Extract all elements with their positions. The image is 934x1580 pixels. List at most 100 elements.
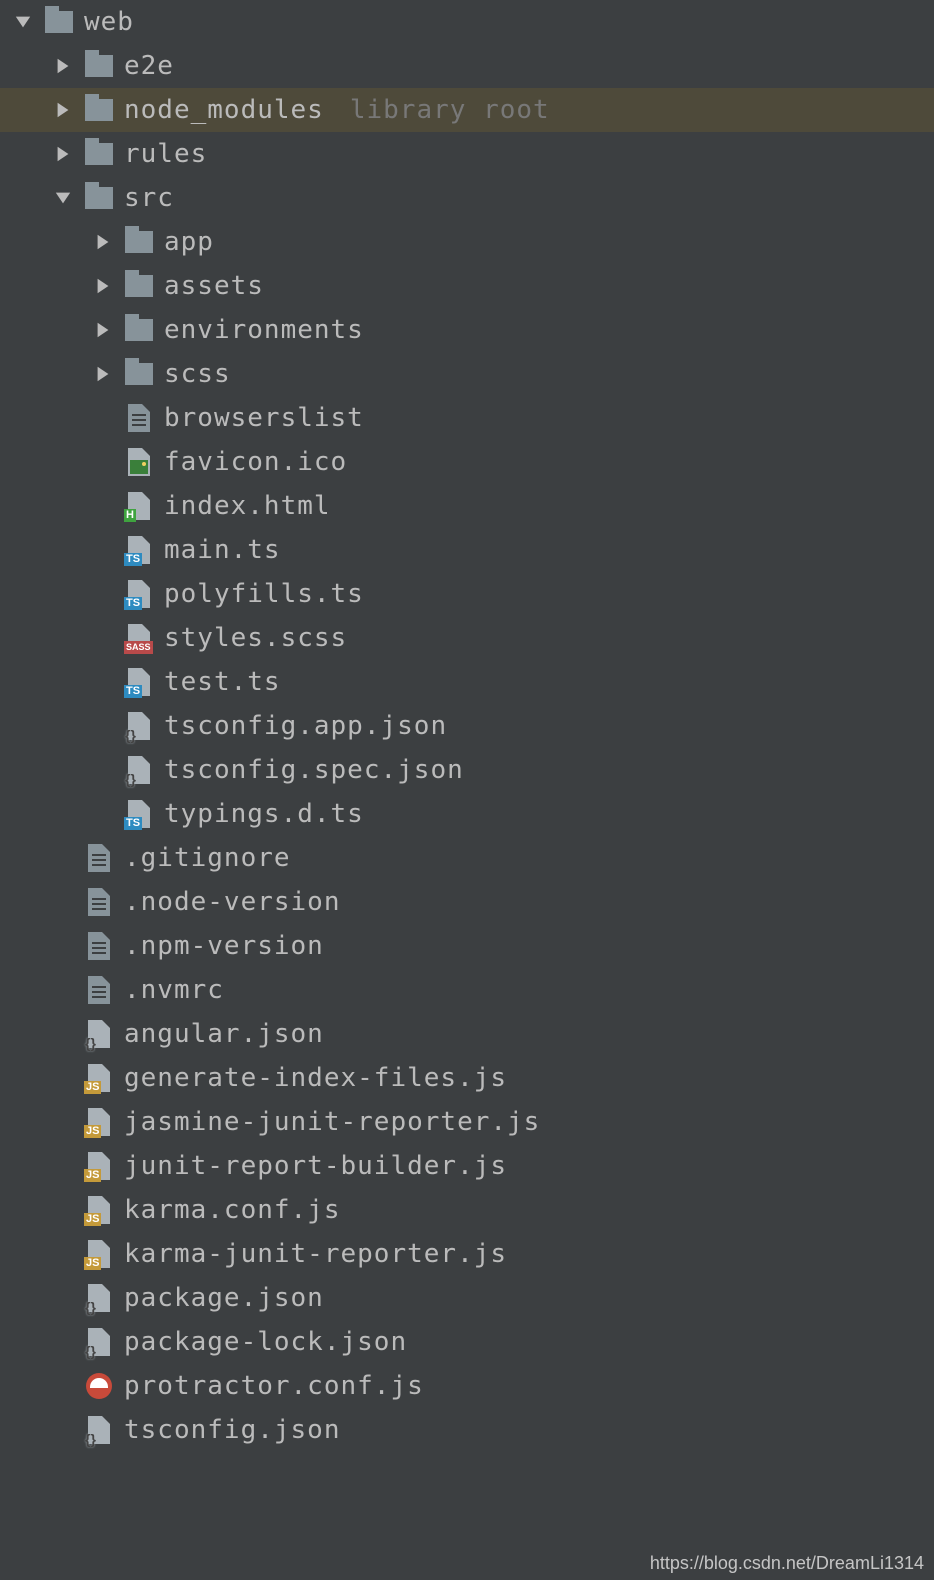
chevron-right-icon[interactable]: [50, 141, 76, 167]
tree-item-label: package.json: [124, 1283, 324, 1313]
tree-row[interactable]: JS karma.conf.js: [0, 1188, 934, 1232]
tree-row[interactable]: environments: [0, 308, 934, 352]
tree-item-label: .gitignore: [124, 843, 291, 873]
tree-item-label: typings.d.ts: [164, 799, 364, 829]
folder-icon: [84, 95, 114, 125]
tree-row[interactable]: app: [0, 220, 934, 264]
tree-item-annotation: library root: [350, 95, 550, 125]
text-file-icon: [84, 887, 114, 917]
tree-item-label: app: [164, 227, 214, 257]
tree-item-label: browserslist: [164, 403, 364, 433]
tree-item-label: jasmine-junit-reporter.js: [124, 1107, 540, 1137]
tree-row[interactable]: .npm-version: [0, 924, 934, 968]
typescript-file-icon: TS: [124, 579, 154, 609]
javascript-file-icon: JS: [84, 1107, 114, 1137]
tree-row[interactable]: tsconfig.json: [0, 1408, 934, 1452]
tree-item-label: environments: [164, 315, 364, 345]
tree-item-label: index.html: [164, 491, 331, 521]
javascript-file-icon: JS: [84, 1063, 114, 1093]
tree-item-label: web: [84, 7, 134, 37]
tree-row[interactable]: package.json: [0, 1276, 934, 1320]
folder-icon: [84, 183, 114, 213]
typescript-file-icon: TS: [124, 667, 154, 697]
tree-row[interactable]: TS test.ts: [0, 660, 934, 704]
tree-item-label: angular.json: [124, 1019, 324, 1049]
tree-row[interactable]: .gitignore: [0, 836, 934, 880]
chevron-right-icon[interactable]: [50, 97, 76, 123]
folder-icon: [124, 271, 154, 301]
chevron-right-icon[interactable]: [90, 361, 116, 387]
tree-row[interactable]: JS generate-index-files.js: [0, 1056, 934, 1100]
tree-row[interactable]: e2e: [0, 44, 934, 88]
chevron-down-icon[interactable]: [10, 9, 36, 35]
tree-item-label: scss: [164, 359, 231, 389]
tree-item-label: .nvmrc: [124, 975, 224, 1005]
tree-row[interactable]: SASS styles.scss: [0, 616, 934, 660]
chevron-right-icon[interactable]: [90, 273, 116, 299]
tree-row[interactable]: rules: [0, 132, 934, 176]
tree-item-label: junit-report-builder.js: [124, 1151, 507, 1181]
typescript-file-icon: TS: [124, 799, 154, 829]
protractor-file-icon: [84, 1371, 114, 1401]
json-file-icon: [124, 711, 154, 741]
sass-file-icon: SASS: [124, 623, 154, 653]
chevron-right-icon[interactable]: [90, 317, 116, 343]
json-file-icon: [124, 755, 154, 785]
tree-row[interactable]: web: [0, 0, 934, 44]
tree-item-label: rules: [124, 139, 207, 169]
tree-row[interactable]: TS typings.d.ts: [0, 792, 934, 836]
tree-item-label: package-lock.json: [124, 1327, 407, 1357]
project-tree[interactable]: web e2e node_modules library root rules src ap…: [0, 0, 934, 1452]
text-file-icon: [84, 975, 114, 1005]
chevron-right-icon[interactable]: [90, 229, 116, 255]
text-file-icon: [84, 843, 114, 873]
folder-icon: [84, 139, 114, 169]
text-file-icon: [84, 931, 114, 961]
chevron-right-icon[interactable]: [50, 53, 76, 79]
tree-row[interactable]: JS jasmine-junit-reporter.js: [0, 1100, 934, 1144]
tree-row[interactable]: angular.json: [0, 1012, 934, 1056]
tree-item-label: protractor.conf.js: [124, 1371, 424, 1401]
javascript-file-icon: JS: [84, 1195, 114, 1225]
tree-item-label: polyfills.ts: [164, 579, 364, 609]
tree-row[interactable]: protractor.conf.js: [0, 1364, 934, 1408]
tree-row[interactable]: TS polyfills.ts: [0, 572, 934, 616]
tree-row[interactable]: browserslist: [0, 396, 934, 440]
tree-row[interactable]: .nvmrc: [0, 968, 934, 1012]
tree-item-label: favicon.ico: [164, 447, 347, 477]
tree-item-label: e2e: [124, 51, 174, 81]
folder-icon: [124, 227, 154, 257]
tree-row[interactable]: .node-version: [0, 880, 934, 924]
chevron-down-icon[interactable]: [50, 185, 76, 211]
tree-row[interactable]: package-lock.json: [0, 1320, 934, 1364]
tree-row[interactable]: src: [0, 176, 934, 220]
tree-item-label: .npm-version: [124, 931, 324, 961]
tree-row[interactable]: JSkarma-junit-reporter.js: [0, 1232, 934, 1276]
tree-item-label: assets: [164, 271, 264, 301]
json-file-icon: [84, 1327, 114, 1357]
folder-icon: [124, 315, 154, 345]
tree-item-label: karma.conf.js: [124, 1195, 341, 1225]
tree-item-label: karma-junit-reporter.js: [124, 1239, 507, 1269]
tree-row[interactable]: tsconfig.app.json: [0, 704, 934, 748]
tree-row[interactable]: tsconfig.spec.json: [0, 748, 934, 792]
tree-item-label: tsconfig.spec.json: [164, 755, 464, 785]
tree-item-label: test.ts: [164, 667, 281, 697]
folder-icon: [84, 51, 114, 81]
tree-row[interactable]: node_modules library root: [0, 88, 934, 132]
json-file-icon: [84, 1283, 114, 1313]
tree-row[interactable]: scss: [0, 352, 934, 396]
tree-item-label: tsconfig.app.json: [164, 711, 447, 741]
tree-item-label: generate-index-files.js: [124, 1063, 507, 1093]
json-file-icon: [84, 1415, 114, 1445]
tree-item-label: src: [124, 183, 174, 213]
tree-item-label: node_modules: [124, 95, 324, 125]
tree-row[interactable]: Hindex.html: [0, 484, 934, 528]
tree-row[interactable]: assets: [0, 264, 934, 308]
tree-item-label: styles.scss: [164, 623, 347, 653]
tree-item-label: .node-version: [124, 887, 341, 917]
tree-row[interactable]: TSmain.ts: [0, 528, 934, 572]
tree-row[interactable]: favicon.ico: [0, 440, 934, 484]
json-file-icon: [84, 1019, 114, 1049]
tree-row[interactable]: JSjunit-report-builder.js: [0, 1144, 934, 1188]
